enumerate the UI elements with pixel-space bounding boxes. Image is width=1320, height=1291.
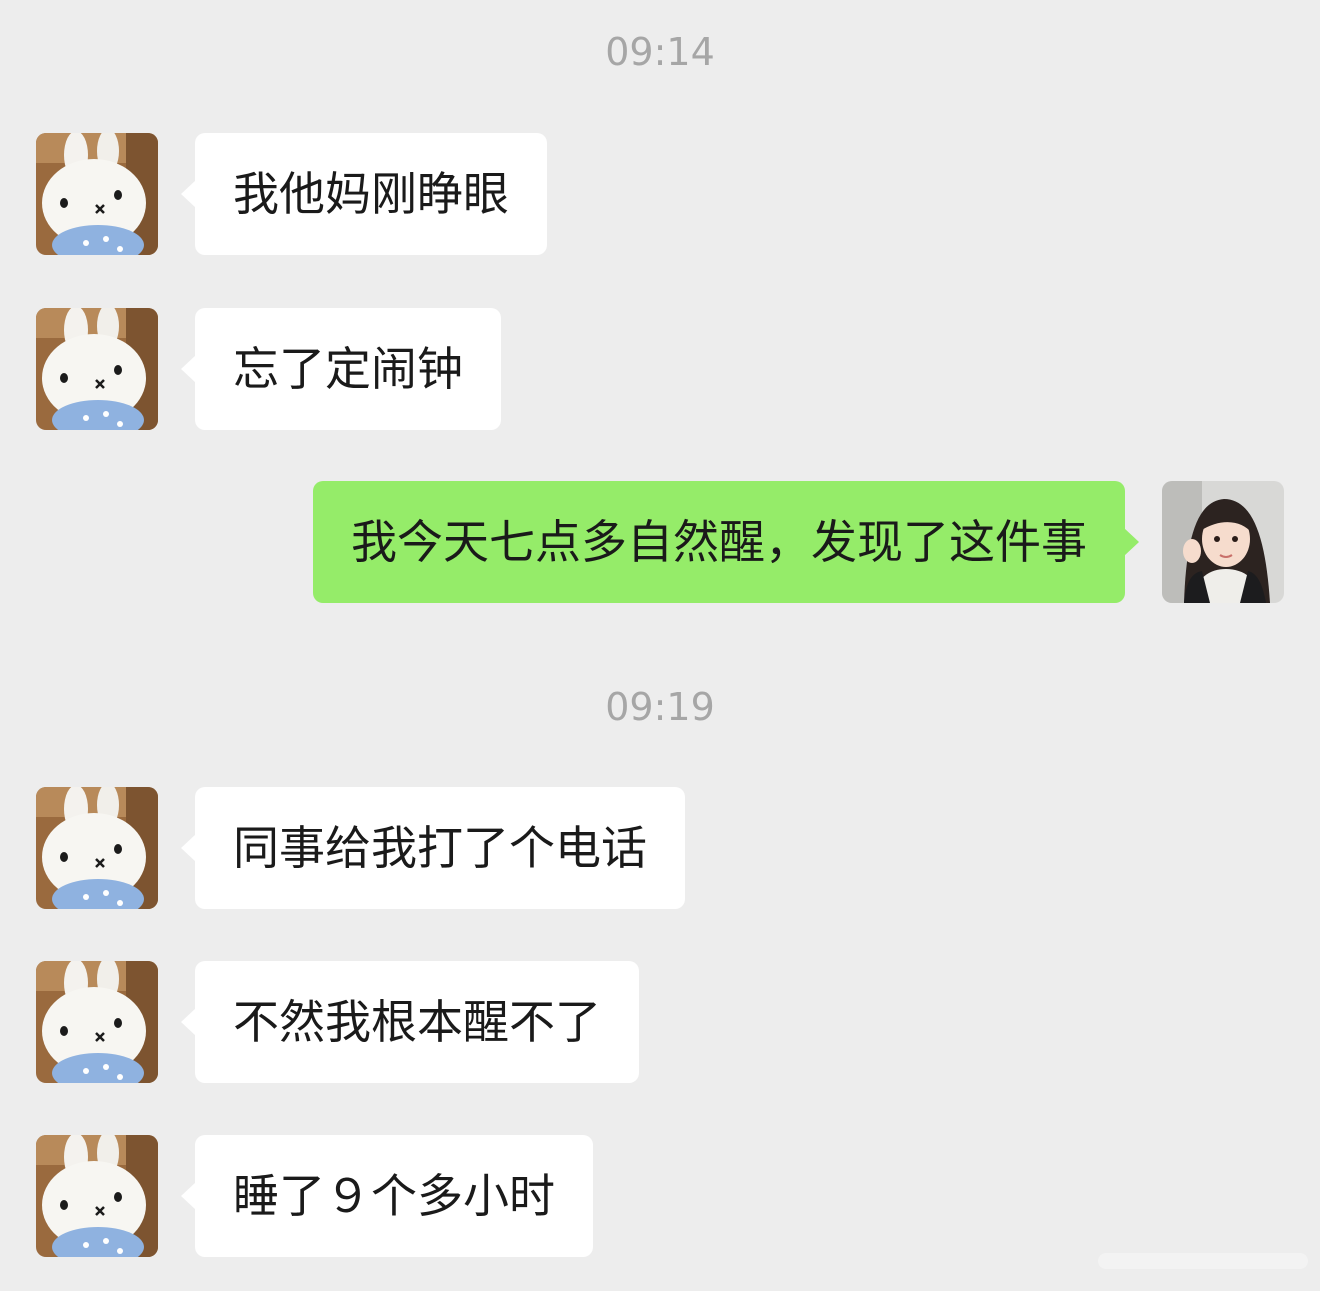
- contact-avatar[interactable]: [36, 1135, 158, 1257]
- incoming-message-bubble[interactable]: 我他妈刚睁眼: [181, 133, 547, 255]
- contact-avatar[interactable]: [36, 308, 158, 430]
- watermark: [1098, 1253, 1308, 1269]
- incoming-message-bubble[interactable]: 不然我根本醒不了: [181, 961, 639, 1083]
- message-text: 睡了９个多小时: [233, 1169, 555, 1223]
- contact-avatar[interactable]: [36, 961, 158, 1083]
- message-timestamp: 09:19: [605, 685, 715, 729]
- message-text: 我他妈刚睁眼: [233, 167, 509, 221]
- message-text: 同事给我打了个电话: [233, 821, 647, 875]
- incoming-message-bubble[interactable]: 同事给我打了个电话: [181, 787, 685, 909]
- my-avatar[interactable]: [1162, 481, 1284, 603]
- incoming-message-bubble[interactable]: 睡了９个多小时: [181, 1135, 593, 1257]
- message-text: 不然我根本醒不了: [233, 995, 601, 1049]
- chat-window: 09:14 我他妈刚睁眼 忘了定闹钟 我今天七点多自然醒，发现了这件事 09:1…: [0, 0, 1320, 1291]
- outgoing-message-bubble[interactable]: 我今天七点多自然醒，发现了这件事: [313, 481, 1139, 603]
- incoming-message-bubble[interactable]: 忘了定闹钟: [181, 308, 501, 430]
- message-text: 忘了定闹钟: [233, 342, 463, 396]
- contact-avatar[interactable]: [36, 133, 158, 255]
- message-text: 我今天七点多自然醒，发现了这件事: [351, 515, 1087, 569]
- contact-avatar[interactable]: [36, 787, 158, 909]
- message-timestamp: 09:14: [605, 30, 715, 74]
